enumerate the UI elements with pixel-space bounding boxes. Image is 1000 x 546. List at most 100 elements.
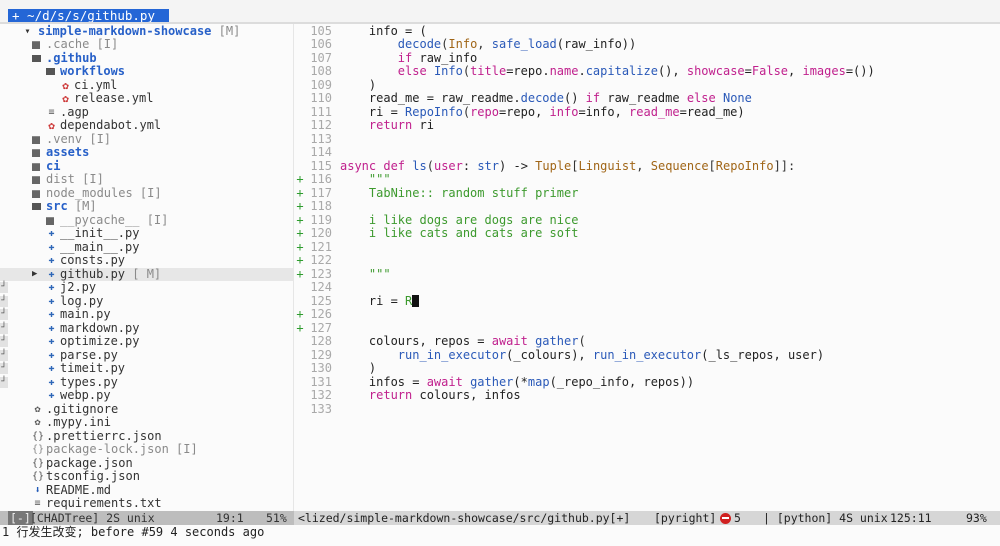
command-line[interactable]: 1 行发生改变; before #59 4 seconds ago [2,525,1000,539]
code-line[interactable]: 129 run_in_executor(_colours), run_in_ex… [294,347,1000,363]
git-added-sign: + [296,266,304,281]
tree-folder[interactable]: .cache [I] [0,37,293,52]
lsp-client: [pyright] [654,511,717,525]
tree-folder[interactable]: ▾ simple-markdown-showcase [M] [0,24,293,39]
git-added-sign: + [296,212,304,227]
code-line[interactable]: 124 [294,280,1000,295]
tree-file[interactable]: ┘ ✚ optimize.py [0,334,293,349]
tree-file[interactable]: {} package.json [0,456,293,471]
tree-file[interactable]: ✚ __main__.py [0,240,293,255]
code-line[interactable]: +121 [294,240,1000,255]
tree-file[interactable]: ✿ dependabot.yml [0,118,293,133]
tree-file[interactable]: ⬇ README.md [0,483,293,498]
code-text: run_in_executor(_colours), run_in_execut… [397,347,825,362]
code-line[interactable]: +116 """ [294,172,1000,187]
tree-file[interactable]: ✿ ci.yml [0,78,293,93]
file-path: <lized/simple-markdown-showcase/src/gith… [298,511,631,525]
code-line[interactable]: 114 [294,145,1000,160]
code-line[interactable]: 125 ri = R [294,294,1000,309]
tree-file[interactable]: ┘ ✚ j2.py [0,280,293,295]
folder-icon [32,189,40,198]
tree-file[interactable]: ✿ release.yml [0,91,293,106]
tree-file[interactable]: {} tsconfig.json [0,469,293,484]
tree-folder[interactable]: assets [0,145,293,160]
tree-item-label: tsconfig.json [46,469,140,483]
tree-item-label: workflows [60,64,126,78]
python-icon: ✚ [48,295,55,307]
code-text: ri = RepoInfo(repo=repo, info=info, read… [340,104,745,119]
tree-file[interactable]: ┘ ✚ main.py [0,307,293,322]
tree-file[interactable]: ≡ requirements.txt [0,496,293,511]
tree-file[interactable]: ┘ ✚ timeit.py [0,361,293,376]
code-line[interactable]: 112 return ri [294,118,1000,133]
tree-file[interactable]: ▶ ✚ github.py [ M] [0,267,293,281]
line-number: 112 [310,118,332,132]
code-line[interactable]: 128 colours, repos = await gather( [294,334,1000,349]
line-number: 130 [310,361,332,375]
tree-item-label: .cache [I] [46,37,119,51]
line-number: 106 [310,37,332,51]
tree-folder[interactable]: node_modules [I] [0,186,293,201]
tree-file[interactable]: ┘ ✚ parse.py [0,348,293,363]
code-line[interactable]: +119 i like dogs are dogs are nice [294,212,1000,228]
tree-item-label: j2.py [60,280,97,294]
tree-folder[interactable]: src [M] [0,199,293,214]
tree-file[interactable]: ✿ .mypy.ini [0,415,293,430]
file-tree[interactable]: ▾ simple-markdown-showcase [M] .cache [I].… [0,24,293,511]
code-line[interactable]: 111 ri = RepoInfo(repo=repo, info=info, … [294,104,1000,120]
line-number: 123 [310,266,332,281]
tree-file[interactable]: {} package-lock.json [I] [0,442,293,457]
tree-status-text: [CHADTree] 2S unix [30,511,155,525]
gear-icon: ✿ [48,119,55,132]
tree-item-label: log.py [60,293,104,308]
code-line[interactable]: 130 ) [294,361,1000,376]
tree-folder[interactable]: ci [0,158,293,174]
tree-file[interactable]: ┘ ✚ markdown.py [0,320,293,336]
chevron-down-icon: ▾ [24,25,31,37]
tree-item-label: .prettierrc.json [46,428,162,443]
folder-icon [32,135,40,144]
tree-item-label: markdown.py [60,320,140,335]
tree-folder[interactable]: dist [I] [0,172,293,187]
tree-file[interactable]: ≡ .agp [0,105,293,120]
code-line[interactable]: 115 async def ls(user: str) -> Tuple[Ling… [294,159,1000,174]
code-line[interactable]: +127 [294,321,1000,336]
tree-item-label: __init__.py [60,226,140,240]
tree-item-label: requirements.txt [46,496,162,510]
code-editor[interactable]: 105 info = (106 decode(Info, safe_load(r… [294,24,1000,511]
folder-open-icon [46,68,55,75]
code-line[interactable]: 105 info = ( [294,24,1000,39]
tree-file[interactable]: ✿ .gitignore [0,402,293,417]
tree-file[interactable]: ┘ ✚ types.py [0,375,293,390]
tree-file[interactable]: {} .prettierrc.json [0,428,293,444]
tree-folder[interactable]: workflows [0,64,293,79]
tree-file[interactable]: ✚ consts.py [0,253,293,268]
tree-folder[interactable]: .github [0,51,293,66]
code-line[interactable]: 113 [294,132,1000,147]
code-line[interactable]: +120 i like cats and cats are soft [294,226,1000,241]
git-change-marker: ┘ [0,349,8,361]
code-line[interactable]: +126 [294,307,1000,322]
code-line[interactable]: +117 TabNine:: random stuff primer [294,186,1000,201]
code-line[interactable]: +122 [294,253,1000,268]
code-line[interactable]: 109 ) [294,78,1000,93]
code-line[interactable]: 106 decode(Info, safe_load(raw_info)) [294,37,1000,52]
tab-github-py[interactable]: + ~/d/s/s/github.py [8,9,169,23]
code-line[interactable]: 110 read_me = raw_readme.decode() if raw… [294,91,1000,106]
code-line[interactable]: +123 """ [294,266,1000,282]
code-line[interactable]: +118 [294,199,1000,214]
line-number: 108 [310,64,332,78]
line-number: 107 [310,50,332,65]
code-line[interactable]: 108 else Info(title=repo.name.capitalize… [294,64,1000,79]
tree-item-label: ci [46,158,61,173]
tree-folder[interactable]: __pycache__ [I] [0,213,293,228]
code-line[interactable]: 131 infos = await gather(*map(_repo_info… [294,375,1000,390]
folder-open-icon [32,54,41,62]
tree-file[interactable]: ✚ webp.py [0,388,293,403]
code-line[interactable]: 132 return colours, infos [294,388,1000,403]
code-line[interactable]: 107 if raw_info [294,50,1000,66]
code-line[interactable]: 133 [294,402,1000,417]
tree-file[interactable]: ✚ __init__.py [0,226,293,241]
tree-folder[interactable]: .venv [I] [0,132,293,147]
tree-file[interactable]: ┘ ✚ log.py [0,293,293,309]
